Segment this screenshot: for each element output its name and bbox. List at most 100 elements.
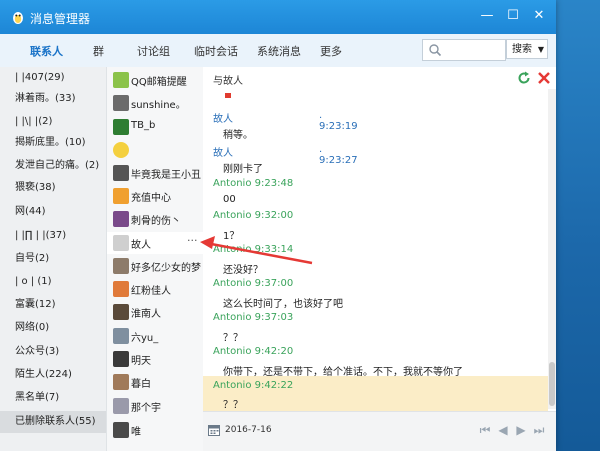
- contact-item[interactable]: 红粉佳人: [107, 278, 203, 300]
- message-text: 刚刚卡了: [223, 164, 263, 175]
- maximize-button[interactable]: ☐: [501, 6, 525, 26]
- group-item[interactable]: 网络(0): [0, 317, 106, 339]
- tab-system-messages[interactable]: 系统消息: [257, 43, 301, 59]
- chat-title: 与故人: [213, 76, 243, 87]
- sender-name: Antonio: [213, 380, 252, 391]
- sender-name: Antonio: [213, 244, 252, 255]
- contact-name: 明天: [131, 356, 151, 367]
- contact-item[interactable]: TB_b: [107, 116, 203, 138]
- contact-item[interactable]: 毕竟我是王小丑: [107, 162, 203, 184]
- group-item[interactable]: 淋着雨。(33): [0, 88, 106, 110]
- message-sender: Antonio 9:37:00: [213, 278, 293, 289]
- message-sender: 故人 . 9:23:27: [213, 144, 358, 166]
- avatar: [113, 235, 129, 251]
- tab-contacts[interactable]: 联系人: [30, 43, 63, 59]
- tab-discussions[interactable]: 讨论组: [137, 43, 170, 59]
- contact-name: TB_b: [131, 120, 156, 131]
- group-list: | |407(29) 淋着雨。(33) | |\| |(2) 揭斯底里。(10)…: [0, 67, 107, 451]
- message-time: 9:32:00: [254, 210, 294, 221]
- contact-item[interactable]: sunshine。: [107, 92, 203, 114]
- group-item[interactable]: | o | (1): [0, 271, 106, 293]
- minimize-button[interactable]: —: [475, 6, 499, 26]
- contact-name: 毕竟我是王小丑: [131, 170, 201, 181]
- tab-groups[interactable]: 群: [93, 43, 104, 59]
- avatar: [113, 119, 129, 135]
- contact-item[interactable]: 唯: [107, 419, 203, 441]
- search-icon: [429, 44, 442, 57]
- avatar: [113, 165, 129, 181]
- refresh-icon[interactable]: [517, 71, 531, 85]
- contact-item-selected[interactable]: 故人 ···: [107, 232, 203, 254]
- contact-name: 红粉佳人: [131, 286, 171, 297]
- group-item[interactable]: | |407(29): [0, 67, 106, 89]
- next-page-icon[interactable]: ▶: [514, 421, 528, 439]
- history-date: 2016-7-16: [225, 425, 272, 435]
- tab-more[interactable]: 更多: [320, 43, 342, 59]
- contact-item[interactable]: 那个宇: [107, 395, 203, 417]
- group-item-deleted-contacts[interactable]: 已删除联系人(55): [0, 411, 106, 433]
- contact-item[interactable]: [107, 139, 203, 161]
- search-input[interactable]: [422, 39, 506, 61]
- contact-name: QQ邮箱提醒: [131, 77, 187, 88]
- title-bar: 消息管理器 — ☐ ✕: [0, 0, 556, 34]
- scrollbar-track[interactable]: [548, 89, 556, 409]
- avatar: [113, 422, 129, 438]
- sender-name: Antonio: [213, 346, 252, 357]
- message-time: 9:42:20: [254, 346, 294, 357]
- group-item[interactable]: | |∏ | |(37): [0, 225, 106, 247]
- message-sender: Antonio 9:32:00: [213, 210, 293, 221]
- more-options-icon[interactable]: ···: [187, 234, 198, 247]
- avatar: [113, 95, 129, 111]
- contact-item[interactable]: 淮南人: [107, 301, 203, 323]
- message-sender: 故人 . 9:23:19: [213, 110, 358, 132]
- contact-item[interactable]: 明天: [107, 348, 203, 370]
- close-button[interactable]: ✕: [527, 6, 551, 26]
- contact-item[interactable]: 充值中心: [107, 185, 203, 207]
- message-sender: Antonio 9:37:03: [213, 312, 293, 323]
- chat-header: 与故人: [203, 67, 556, 89]
- sender-name: Antonio: [213, 210, 252, 221]
- message-text: 稍等。: [223, 130, 253, 141]
- nav-bar: 联系人 群 讨论组 临时会话 系统消息 更多 搜索 ▼: [0, 34, 556, 68]
- contact-item[interactable]: QQ邮箱提醒: [107, 69, 203, 91]
- avatar: [113, 258, 129, 274]
- contact-item[interactable]: 刺骨的伤丶: [107, 208, 203, 230]
- calendar-icon[interactable]: [208, 424, 220, 436]
- group-item[interactable]: 公众号(3): [0, 341, 106, 363]
- message-sender: Antonio 9:42:22: [213, 380, 293, 391]
- sender-name: 故人: [213, 148, 233, 159]
- contact-name: 故人: [131, 240, 151, 251]
- message-text: 1？: [223, 231, 240, 242]
- contact-item[interactable]: 六yu_: [107, 325, 203, 347]
- message-time: 9:33:14: [254, 244, 294, 255]
- first-page-icon[interactable]: ⏮: [478, 421, 492, 439]
- contact-item[interactable]: 暮白: [107, 371, 203, 393]
- message-text: ？？: [223, 333, 243, 344]
- group-item[interactable]: 自号(2): [0, 248, 106, 270]
- avatar: [113, 211, 129, 227]
- contact-item[interactable]: 好多亿少女的梦: [107, 255, 203, 277]
- delete-icon[interactable]: [537, 71, 551, 85]
- group-item[interactable]: 揭斯底里。(10): [0, 132, 106, 154]
- group-item[interactable]: | |\| |(2): [0, 111, 106, 133]
- group-item[interactable]: 富囊(12): [0, 294, 106, 316]
- message-text: 00: [223, 194, 236, 205]
- sender-name: 故人: [213, 114, 233, 125]
- message-time: . 9:23:19: [319, 110, 358, 132]
- contact-name: 唯: [131, 427, 141, 438]
- contact-name: 充值中心: [131, 193, 171, 204]
- group-item[interactable]: 发泄自己的痛。(2): [0, 155, 106, 177]
- group-item[interactable]: 陌生人(224): [0, 364, 106, 386]
- search-scope-dropdown[interactable]: 搜索 ▼: [506, 39, 548, 59]
- group-item[interactable]: 网(44): [0, 201, 106, 223]
- avatar: [113, 142, 129, 158]
- group-item[interactable]: 猥亵(38): [0, 177, 106, 199]
- avatar: [113, 281, 129, 297]
- group-item[interactable]: 黑名单(7): [0, 387, 106, 409]
- scrollbar-thumb[interactable]: [549, 362, 555, 406]
- tab-temp-sessions[interactable]: 临时会话: [194, 43, 238, 59]
- desktop-background: [556, 0, 600, 451]
- previous-page-icon[interactable]: ◀: [496, 421, 510, 439]
- last-page-icon[interactable]: ⏭: [532, 421, 546, 439]
- contact-name: 那个宇: [131, 403, 161, 414]
